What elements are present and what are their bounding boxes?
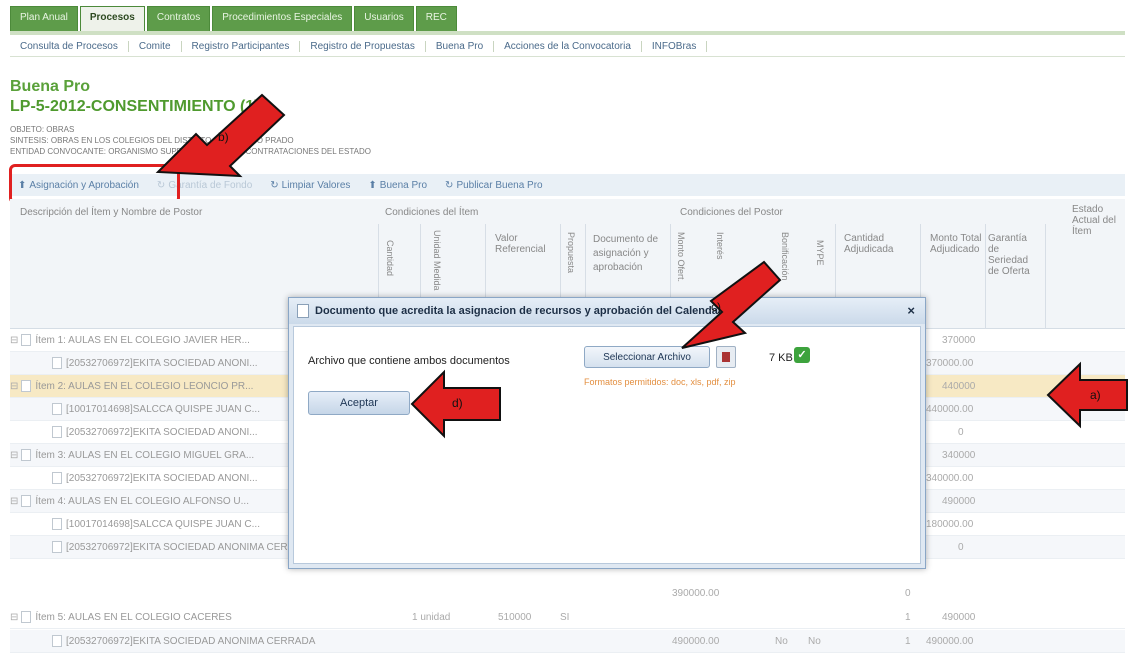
annotation-b-label: b) [218,130,229,144]
annotation-d-label: d) [452,396,463,410]
arrow-c-icon [681,260,782,349]
app-window: Plan Anual Procesos Contratos Procedimie… [0,0,1133,664]
annotation-c-label: c) [711,300,721,314]
annotation-a-label: a) [1090,388,1101,402]
annotation-arrows [155,93,1128,439]
arrow-a-icon [1046,361,1128,429]
